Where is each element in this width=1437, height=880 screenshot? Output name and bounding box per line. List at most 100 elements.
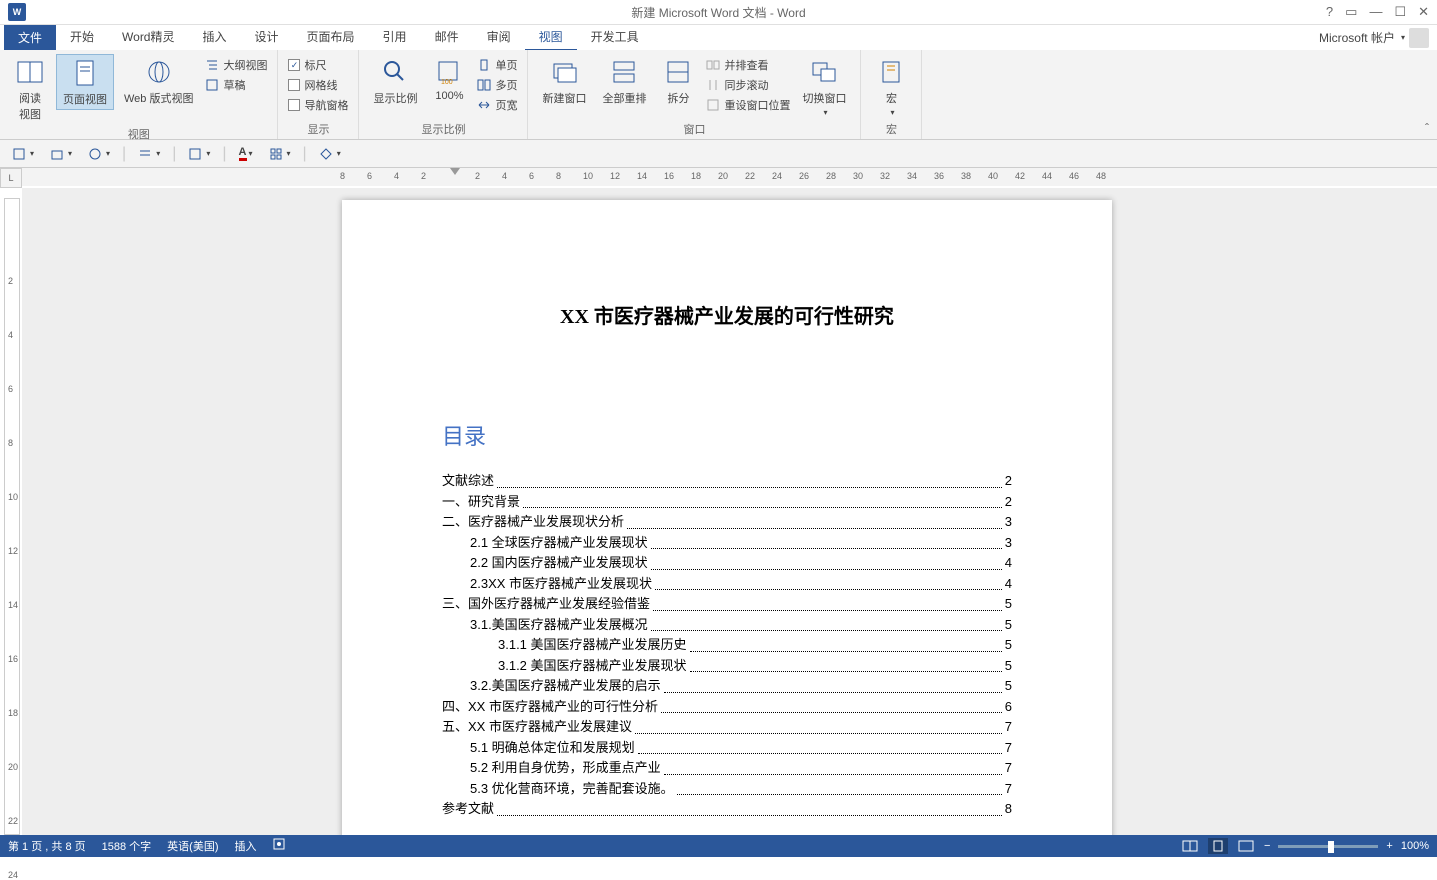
document-page[interactable]: XX 市医疗器械产业发展的可行性研究 目录 文献综述2一、研究背景2二、医疗器械… [342,200,1112,835]
account-dropdown-icon: ▾ [1401,33,1405,42]
minimize-icon[interactable]: — [1369,4,1382,20]
account-area[interactable]: Microsoft 帐户 ▾ [1319,28,1429,48]
qat-item[interactable]: ▾ [315,145,345,163]
ruler-tick: 40 [988,171,998,181]
side-by-side-button: 并排查看 [704,56,792,74]
zoom-out-button[interactable]: − [1264,840,1270,852]
ruler-tick: 34 [907,171,917,181]
draft-view-button[interactable]: 草稿 [203,76,269,94]
ruler-checkbox[interactable]: ✓标尺 [286,56,350,74]
split-button[interactable]: 拆分 [656,54,700,108]
arrange-all-button[interactable]: 全部重排 [596,54,652,108]
qat-item[interactable]: ▾ [8,145,38,163]
toc-entry[interactable]: 参考文献8 [442,799,1012,819]
file-tab[interactable]: 文件 [4,25,56,50]
zoom-icon [379,56,411,88]
statusbar: 第 1 页 , 共 8 页 1588 个字 英语(美国) 插入 − + 100% [0,835,1437,857]
qat-item[interactable]: ▾ [265,145,295,163]
menu-tab[interactable]: 引用 [369,24,421,51]
ruler-tick: 6 [367,171,372,181]
menu-tab[interactable]: 开发工具 [577,24,653,51]
ruler-tick: 4 [502,171,507,181]
ruler-tick: 30 [853,171,863,181]
split-icon [662,56,694,88]
menu-tab[interactable]: 邮件 [421,24,473,51]
toc-entry[interactable]: 3.2.美国医疗器械产业发展的启示5 [442,676,1012,696]
toc-entry[interactable]: 2.2 国内医疗器械产业发展现状4 [442,553,1012,573]
zoom-slider[interactable] [1278,845,1378,848]
print-layout-view-button[interactable] [1208,838,1228,854]
menu-tab[interactable]: 页面布局 [293,24,369,51]
web-layout-view-button[interactable] [1236,838,1256,854]
toc-entry[interactable]: 2.3XX 市医疗器械产业发展现状4 [442,574,1012,594]
macros-button[interactable]: 宏▾ [869,54,913,119]
ribbon-options-icon[interactable]: ▭ [1345,4,1357,20]
switch-windows-button[interactable]: 切换窗口▾ [796,54,852,119]
zoom-level[interactable]: 100% [1401,840,1429,852]
help-icon[interactable]: ? [1326,4,1333,20]
multi-page-button[interactable]: 多页 [475,76,519,94]
ruler-tick: 46 [1069,171,1079,181]
zoom-button[interactable]: 显示比例 [367,54,423,108]
new-window-button[interactable]: 新建窗口 [536,54,592,108]
read-mode-view-button[interactable] [1180,838,1200,854]
ruler-tick: 6 [8,384,13,394]
menu-tab[interactable]: Word精灵 [108,24,188,51]
toc-entry[interactable]: 5.2 利用自身优势，形成重点产业7 [442,758,1012,778]
toc-entry[interactable]: 2.1 全球医疗器械产业发展现状3 [442,533,1012,553]
toc-entry[interactable]: 文献综述2 [442,471,1012,491]
macro-record-icon[interactable] [273,838,285,854]
document-area[interactable]: XX 市医疗器械产业发展的可行性研究 目录 文献综述2一、研究背景2二、医疗器械… [22,188,1437,835]
avatar [1409,28,1429,48]
ruler-tick: 38 [961,171,971,181]
insert-mode[interactable]: 插入 [235,838,257,854]
toc-entry[interactable]: 3.1.1 美国医疗器械产业发展历史5 [442,635,1012,655]
ruler-tick: 2 [475,171,480,181]
web-layout-button[interactable]: Web 版式视图 [118,54,199,108]
close-icon[interactable]: ✕ [1418,4,1429,20]
qat-font-color[interactable]: A▾ [235,144,257,163]
navpane-checkbox[interactable]: 导航窗格 [286,96,350,114]
qat-item[interactable]: ▾ [134,145,164,163]
collapse-ribbon-icon[interactable]: ˆ [1425,121,1429,135]
menu-tab[interactable]: 开始 [56,24,108,51]
maximize-icon[interactable]: ☐ [1394,4,1406,20]
menu-tab[interactable]: 设计 [241,24,293,51]
ruler-tick: 4 [8,330,13,340]
toc-entry[interactable]: 5.3 优化营商环境，完善配套设施。7 [442,779,1012,799]
ruler-tick: 16 [664,171,674,181]
reading-view-button[interactable]: 阅读 视图 [8,54,52,124]
language-indicator[interactable]: 英语(美国) [167,838,218,854]
menu-tab[interactable]: 审阅 [473,24,525,51]
ribbon-group-window: 新建窗口 全部重排 拆分 并排查看 同步滚动 重设窗口位置 切换窗口▾ 窗口 [528,50,861,139]
menu-tab[interactable]: 视图 [525,24,577,51]
page-width-button[interactable]: 页宽 [475,96,519,114]
toc-entry[interactable]: 二、医疗器械产业发展现状分析3 [442,512,1012,532]
print-layout-icon [69,57,101,89]
toc-entry[interactable]: 3.1.2 美国医疗器械产业发展现状5 [442,656,1012,676]
document-title[interactable]: XX 市医疗器械产业发展的可行性研究 [442,300,1012,329]
print-layout-button[interactable]: 页面视图 [56,54,114,110]
toc-entry[interactable]: 三、国外医疗器械产业发展经验借鉴5 [442,594,1012,614]
one-page-button[interactable]: 单页 [475,56,519,74]
zoom-in-button[interactable]: + [1386,840,1392,852]
gridlines-checkbox[interactable]: 网格线 [286,76,350,94]
toc-entry[interactable]: 5.1 明确总体定位和发展规划7 [442,738,1012,758]
outline-view-button[interactable]: 大纲视图 [203,56,269,74]
toc-entry[interactable]: 一、研究背景2 [442,492,1012,512]
toc-entry[interactable]: 四、XX 市医疗器械产业的可行性分析6 [442,697,1012,717]
qat-item[interactable]: ▾ [84,145,114,163]
toc-entry[interactable]: 3.1.美国医疗器械产业发展概况5 [442,615,1012,635]
word-count[interactable]: 1588 个字 [102,838,152,854]
ruler-tick: 6 [529,171,534,181]
qat-item[interactable]: ▾ [46,145,76,163]
word-app-icon: W [8,3,26,21]
menu-tab[interactable]: 插入 [189,24,241,51]
reset-position-button: 重设窗口位置 [704,96,792,114]
ruler-tick: 28 [826,171,836,181]
toc-entry[interactable]: 五、XX 市医疗器械产业发展建议7 [442,717,1012,737]
zoom-100-button[interactable]: 100 100% [427,54,471,104]
qat-item[interactable]: ▾ [184,145,214,163]
page-indicator[interactable]: 第 1 页 , 共 8 页 [8,838,86,854]
toc-heading[interactable]: 目录 [442,419,1012,451]
